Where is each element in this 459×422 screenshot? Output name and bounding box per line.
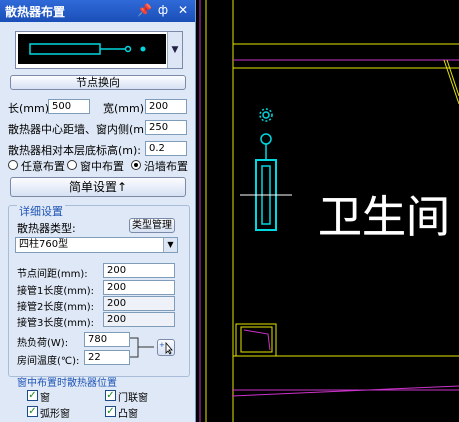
room-temp-label: 房间温度(℃): [17, 356, 80, 367]
heat-load-label: 热负荷(W): [17, 338, 69, 349]
checkbox-arc-window-label: 弧形窗 [40, 409, 70, 420]
checkbox-window-label: 窗 [40, 393, 50, 404]
svg-text:+: + [159, 341, 165, 349]
radio-window-center[interactable] [67, 160, 77, 170]
center-distance-label: 散热器中心距墙、窗内侧(mm): [8, 123, 163, 136]
node-reverse-button[interactable]: 节点换向 [10, 75, 186, 90]
radiator-type-label: 散热器类型: [17, 222, 76, 235]
width-label: 宽(mm): [103, 102, 148, 115]
pick-heat-load-button[interactable]: + [157, 339, 175, 356]
room-label: 卫生间 [318, 192, 450, 243]
radio-free-layout-label: 任意布置 [21, 160, 65, 173]
node-spacing-input[interactable]: 200 [103, 263, 175, 278]
length-input[interactable]: 500 [48, 99, 90, 114]
radio-free-layout[interactable] [8, 160, 18, 170]
pipe1-length-input[interactable]: 200 [103, 280, 175, 295]
pipe1-length-label: 接管1长度(mm): [17, 286, 95, 297]
radiator-style-select[interactable]: ▼ [15, 31, 183, 69]
checkbox-arc-window[interactable]: ✓ [27, 406, 38, 417]
cursor-pick-icon: + [159, 341, 173, 355]
radiator-layout-panel: 散热器布置 📌 ф ✕ ▼ 节点换向 长(mm): 500 宽(mm): 200… [0, 0, 196, 422]
bracket-connector-icon [130, 337, 154, 358]
node-spacing-label: 节点间距(mm): [17, 269, 88, 280]
radiator-preview-image [18, 34, 166, 64]
pipe3-length-input[interactable]: 200 [103, 312, 175, 327]
heat-load-input[interactable]: 780 [84, 332, 130, 347]
detail-settings-title: 详细设置 [17, 203, 65, 219]
pipe3-length-label: 接管3长度(mm): [17, 318, 95, 329]
checkbox-door-window-label: 门联窗 [118, 393, 148, 404]
relative-height-label: 散热器相对本层底标高(m): [8, 144, 142, 157]
radiator-type-select[interactable]: 四柱760型 ▼ [15, 237, 178, 253]
type-manage-button[interactable]: 类型管理 [129, 218, 175, 233]
length-label: 长(mm): [8, 102, 53, 115]
simple-settings-button[interactable]: 简单设置↑ [10, 177, 186, 197]
radio-window-center-label: 窗中布置 [80, 160, 124, 173]
chevron-down-icon[interactable]: ▼ [167, 32, 182, 68]
pin-icon[interactable]: 📌 [137, 3, 152, 17]
center-distance-input[interactable]: 250 [145, 120, 187, 135]
radiator-type-value: 四柱760型 [19, 239, 69, 250]
chevron-down-icon[interactable]: ▼ [163, 238, 177, 252]
window-title: 散热器布置 [5, 5, 66, 19]
window-position-title: 窗中布置时散热器位置 [17, 378, 117, 389]
checkbox-door-window[interactable]: ✓ [105, 390, 116, 401]
float-icon[interactable]: ф [156, 3, 170, 17]
width-input[interactable]: 200 [145, 99, 187, 114]
checkbox-window[interactable]: ✓ [27, 390, 38, 401]
checkbox-bay-window[interactable]: ✓ [105, 406, 116, 417]
relative-height-input[interactable]: 0.2 [145, 141, 187, 156]
title-bar[interactable]: 散热器布置 📌 ф ✕ [0, 0, 195, 22]
checkbox-bay-window-label: 凸窗 [118, 409, 138, 420]
pipe2-length-input[interactable]: 200 [103, 296, 175, 311]
radio-along-wall[interactable] [131, 160, 141, 170]
room-temp-input[interactable]: 22 [84, 350, 130, 365]
pipe2-length-label: 接管2长度(mm): [17, 302, 95, 313]
radio-along-wall-label: 沿墙布置 [144, 160, 188, 173]
close-icon[interactable]: ✕ [176, 3, 190, 17]
